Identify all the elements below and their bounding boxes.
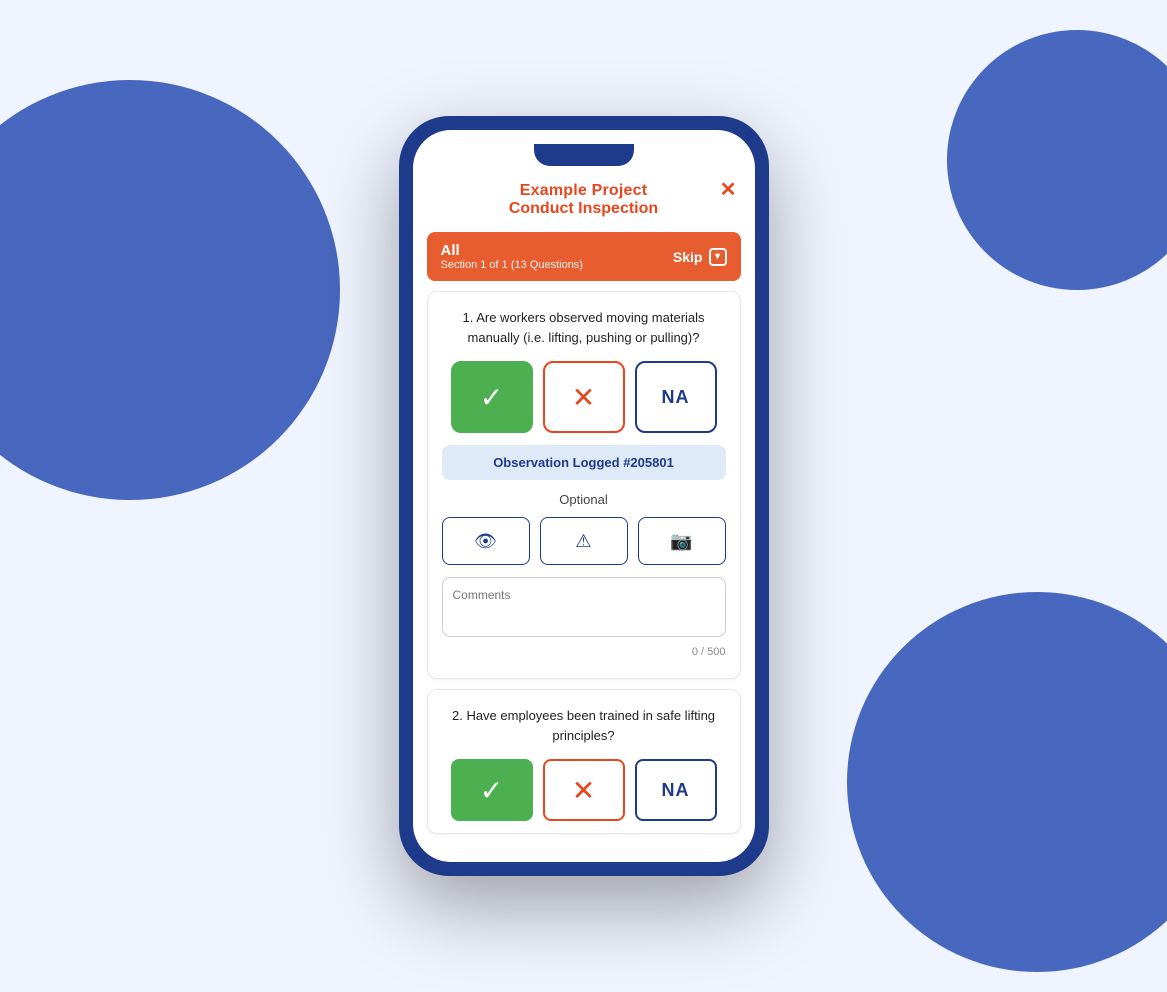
section-skip-button[interactable]: Skip ▾ [673,248,727,266]
bg-shape-left [0,80,340,500]
phone-frame: Example Project Conduct Inspection ✕ All… [399,116,769,876]
camera-icon: 📷 [670,531,692,552]
comments-input[interactable] [442,577,726,637]
cross-icon: ✕ [572,381,595,414]
checkmark-icon-q2: ✓ [480,774,503,807]
close-button[interactable]: ✕ [720,180,737,200]
questions-area: 1. Are workers observed moving materials… [413,291,755,862]
section-title: All [441,242,583,259]
camera-button[interactable]: 📷 [638,517,726,565]
eye-icon: 👁 [474,531,497,552]
na-button-q1[interactable]: NA [635,361,717,433]
section-bar-left: All Section 1 of 1 (13 Questions) [441,242,583,271]
yes-button-q1[interactable]: ✓ [451,361,533,433]
question-2-text: 2. Have employees been trained in safe l… [442,706,726,745]
question-2-card: 2. Have employees been trained in safe l… [427,689,741,834]
inspection-title: Conduct Inspection [453,200,715,218]
answer-buttons-q1: ✓ ✕ NA [442,361,726,433]
skip-label: Skip [673,249,703,265]
phone-notch [534,144,634,166]
phone-wrapper: Example Project Conduct Inspection ✕ All… [399,116,769,876]
screen-header: Example Project Conduct Inspection ✕ [413,166,755,232]
checkmark-icon: ✓ [480,381,503,414]
na-label-q2: NA [662,780,690,801]
phone-screen: Example Project Conduct Inspection ✕ All… [413,130,755,862]
bg-shape-right-bottom [847,592,1167,972]
project-title: Example Project [453,182,715,200]
screen-content: Example Project Conduct Inspection ✕ All… [413,130,755,862]
answer-buttons-q2: ✓ ✕ NA [442,759,726,821]
na-button-q2[interactable]: NA [635,759,717,821]
question-1-text: 1. Are workers observed moving materials… [442,308,726,347]
na-label: NA [662,387,690,408]
no-button-q2[interactable]: ✕ [543,759,625,821]
yes-button-q2[interactable]: ✓ [451,759,533,821]
bg-shape-right-top [947,30,1167,290]
section-subtitle: Section 1 of 1 (13 Questions) [441,259,583,271]
alert-icon: ⚠ [575,531,591,552]
section-bar: All Section 1 of 1 (13 Questions) Skip ▾ [427,232,741,281]
optional-label: Optional [442,492,726,507]
char-count: 0 / 500 [442,646,726,658]
observation-logged: Observation Logged #205801 [442,445,726,480]
chevron-down-icon: ▾ [709,248,727,266]
no-button-q1[interactable]: ✕ [543,361,625,433]
view-button[interactable]: 👁 [442,517,530,565]
optional-buttons: 👁 ⚠ 📷 [442,517,726,565]
warning-button[interactable]: ⚠ [540,517,628,565]
question-1-card: 1. Are workers observed moving materials… [427,291,741,679]
cross-icon-q2: ✕ [572,774,595,807]
